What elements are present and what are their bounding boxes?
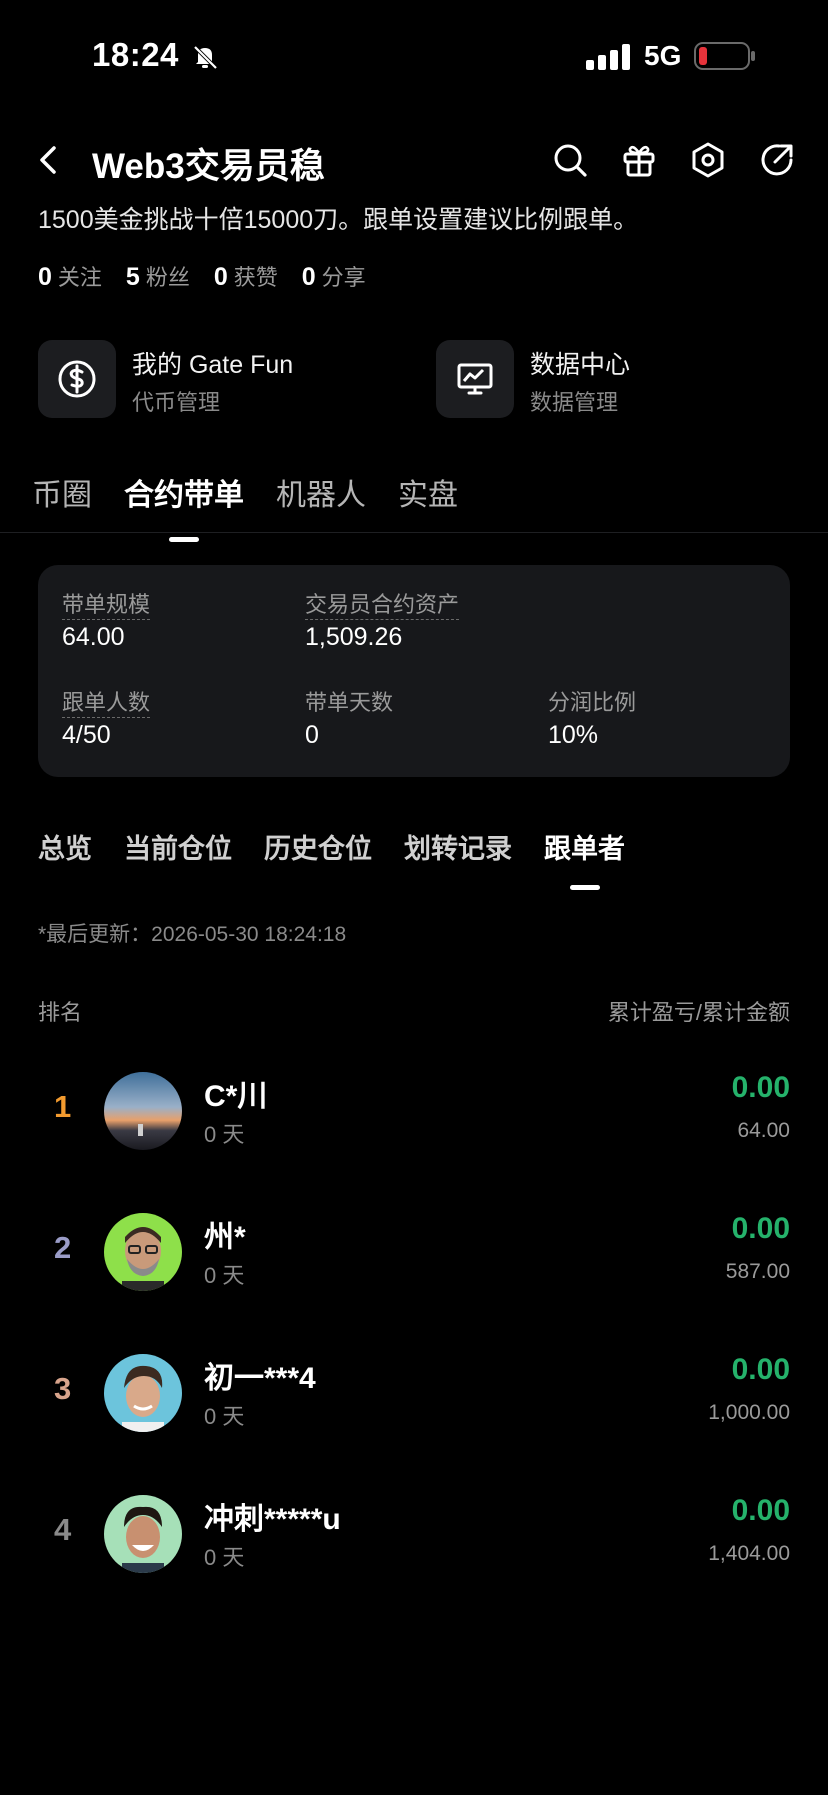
tab-followers[interactable]: 跟单者	[544, 827, 625, 866]
scale-label[interactable]: 带单规模	[62, 592, 151, 620]
assets-cell: 交易员合约资产 1,509.26	[305, 587, 460, 652]
stat-number: 5	[125, 263, 140, 291]
scale-cell: 带单规模 64.00	[62, 587, 151, 652]
profile-bio: 1500美金挑战十倍15000刀。跟单设置建议比例跟单。	[38, 206, 639, 234]
followers-count-label[interactable]: 跟单人数	[62, 690, 151, 718]
followers-count-cell: 跟单人数 4/50	[62, 685, 151, 750]
stat-number: 0	[213, 263, 228, 291]
tab-robot[interactable]: 机器人	[276, 470, 366, 514]
leading-info-card: 带单规模 64.00 交易员合约资产 1,509.26 跟单人数 4/50 带单…	[38, 565, 790, 777]
follower-row[interactable]: 1 C*川 0 天 0.00 64.00	[38, 1067, 790, 1157]
list-header: 排名 累计盈亏/累计金额	[38, 995, 790, 1027]
leading-days-value: 0	[305, 721, 319, 749]
rank-number: 4	[54, 1512, 72, 1547]
follower-name: 初一***4	[204, 1362, 316, 1395]
share-icon[interactable]	[757, 140, 797, 180]
sub-tabs: 总览 当前仓位 历史仓位 划转记录 跟单者	[38, 827, 625, 866]
follower-name: 州*	[204, 1221, 246, 1254]
search-icon[interactable]	[550, 140, 590, 180]
follower-amount: 64.00	[737, 1119, 790, 1142]
avatar	[104, 1213, 182, 1291]
tab-live-trading[interactable]: 实盘	[398, 470, 458, 514]
stat-shares[interactable]: 0 分享	[302, 260, 366, 292]
rank-number: 3	[54, 1371, 72, 1406]
stat-label: 分享	[321, 265, 366, 290]
signal-icon	[586, 44, 630, 70]
follower-name: C*川	[204, 1080, 268, 1113]
follower-days: 0 天	[204, 1263, 245, 1288]
tab-overview[interactable]: 总览	[38, 827, 92, 866]
follower-amount: 1,000.00	[708, 1401, 790, 1424]
tab-contract-leading[interactable]: 合约带单	[124, 470, 244, 514]
data-center-subtitle: 数据管理	[530, 390, 619, 415]
tabs-divider	[0, 532, 828, 533]
follower-row[interactable]: 2 州* 0 天 0.00 587.00	[38, 1208, 790, 1298]
battery-icon	[694, 42, 755, 70]
gate-fun-title: 我的 Gate Fun	[132, 351, 294, 379]
back-arrow-icon[interactable]	[32, 140, 64, 180]
profit-share-cell: 分润比例 10%	[548, 685, 636, 750]
data-center-title: 数据中心	[530, 351, 631, 379]
follower-days: 0 天	[204, 1545, 245, 1570]
stat-fans[interactable]: 5 粉丝	[126, 260, 190, 292]
follower-amount: 1,404.00	[708, 1542, 790, 1565]
rank-number: 2	[54, 1230, 72, 1265]
assets-label[interactable]: 交易员合约资产	[305, 592, 460, 620]
gate-fun-subtitle: 代币管理	[132, 390, 221, 415]
avatar	[104, 1072, 182, 1150]
status-time: 18:24	[92, 36, 179, 73]
rank-number: 1	[54, 1089, 72, 1124]
assets-value: 1,509.26	[305, 623, 403, 651]
main-tabs: 币圈 合约带单 机器人 实盘	[32, 470, 458, 514]
avatar	[104, 1354, 182, 1432]
header: Web3交易员稳	[0, 120, 828, 200]
gift-icon[interactable]	[619, 140, 659, 180]
stat-label: 粉丝	[145, 265, 190, 290]
followers-count-value: 4/50	[62, 721, 111, 749]
stat-following[interactable]: 0 关注	[38, 260, 102, 292]
avatar	[104, 1495, 182, 1573]
stat-label: 获赞	[233, 265, 278, 290]
tab-history-positions[interactable]: 历史仓位	[264, 827, 372, 866]
last-updated: *最后更新：2026-05-30 18:24:18	[38, 923, 347, 946]
gate-fun-card[interactable]: 我的 Gate Fun 代币管理	[38, 340, 378, 420]
profile-stats: 0 关注 5 粉丝 0 获赞 0 分享	[38, 260, 366, 292]
leading-days-cell: 带单天数 0	[305, 685, 393, 750]
status-bar: 18:24 5G	[0, 0, 828, 110]
follower-days: 0 天	[204, 1122, 245, 1147]
follower-amount: 587.00	[725, 1260, 790, 1283]
leading-days-label: 带单天数	[305, 690, 394, 715]
dollar-coin-icon	[38, 340, 116, 418]
stat-likes[interactable]: 0 获赞	[214, 260, 278, 292]
stat-label: 关注	[57, 265, 102, 290]
network-type: 5G	[644, 40, 682, 71]
stat-number: 0	[301, 263, 316, 291]
rank-header: 排名	[38, 1000, 83, 1025]
follower-days: 0 天	[204, 1404, 245, 1429]
profit-share-label: 分润比例	[548, 690, 637, 715]
follower-pnl: 0.00	[731, 1212, 790, 1245]
scale-value: 64.00	[62, 623, 125, 651]
tab-transfer-records[interactable]: 划转记录	[404, 827, 512, 866]
settings-hexagon-icon[interactable]	[688, 140, 728, 180]
follower-pnl: 0.00	[731, 1353, 790, 1386]
bell-muted-icon	[193, 45, 218, 70]
tab-crypto-circle[interactable]: 币圈	[32, 470, 92, 514]
stat-number: 0	[38, 263, 52, 291]
follower-pnl: 0.00	[731, 1071, 790, 1104]
follower-row[interactable]: 3 初一***4 0 天 0.00 1,000.00	[38, 1349, 790, 1439]
chart-monitor-icon	[436, 340, 514, 418]
page-title: Web3交易员稳	[92, 147, 325, 186]
follower-row[interactable]: 4 冲刺*****u 0 天 0.00 1,404.00	[38, 1490, 790, 1580]
profit-share-value: 10%	[548, 721, 599, 749]
follower-name: 冲刺*****u	[204, 1503, 341, 1536]
follower-pnl: 0.00	[731, 1494, 790, 1527]
data-center-card[interactable]: 数据中心 数据管理	[436, 340, 736, 420]
tab-current-positions[interactable]: 当前仓位	[124, 827, 232, 866]
pnl-amount-header: 累计盈亏/累计金额	[607, 1000, 790, 1025]
